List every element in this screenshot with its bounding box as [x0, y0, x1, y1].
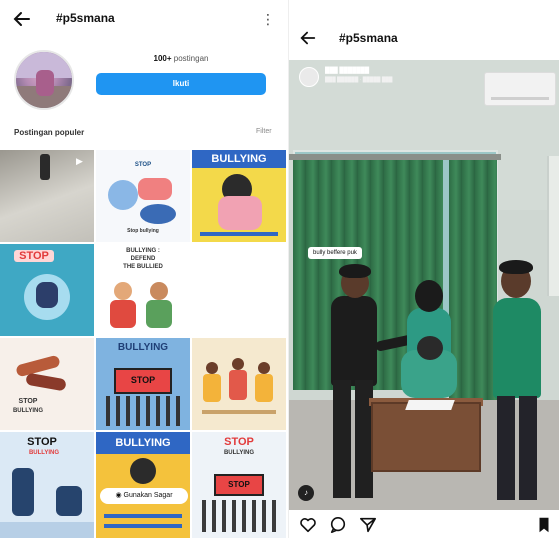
- hashtag-title: #p5smana: [56, 11, 115, 25]
- account-subtitle: ███ ██████ · █████ ███: [325, 77, 393, 83]
- grid-post[interactable]: STOP BULLYING: [0, 432, 94, 538]
- post-text: THE BULLIED: [123, 264, 163, 270]
- heart-icon[interactable]: [299, 516, 317, 534]
- speaker-icon[interactable]: ♪: [298, 485, 314, 501]
- left-panel: #p5smana ⋮ 100+ postingan Ikuti Postinga…: [0, 0, 286, 538]
- bookmark-icon[interactable]: [535, 516, 553, 534]
- post-title: STOP: [14, 250, 54, 262]
- post-title: STOP: [18, 398, 38, 405]
- video-caption: bully beffere puk: [308, 247, 362, 259]
- hashtag-title: #p5smana: [339, 31, 398, 45]
- audio-icon: ◉: [115, 492, 124, 499]
- post-text: STOP: [134, 162, 152, 168]
- grid-post[interactable]: BULLYING ◉ Gunakan Sagar: [96, 432, 190, 538]
- post-text: STOP: [130, 375, 156, 385]
- grid-post[interactable]: BULLYING STOP: [96, 338, 190, 430]
- posts-count-label: postingan: [173, 54, 209, 63]
- back-arrow-icon[interactable]: [12, 9, 32, 29]
- grid-post[interactable]: BULLYING : DEFEND THE BULLIED: [96, 244, 190, 336]
- air-conditioner: [484, 72, 556, 106]
- comment-icon[interactable]: [329, 516, 347, 534]
- post-title: STOP: [224, 436, 254, 448]
- grid-post-empty: [192, 244, 286, 336]
- grid-post[interactable]: STOP: [0, 244, 94, 336]
- post-title: BULLYING: [115, 437, 171, 449]
- post-text: DEFEND: [130, 256, 156, 262]
- grid-post[interactable]: STOP Stop bullying: [96, 150, 190, 242]
- share-icon[interactable]: [359, 516, 377, 534]
- grid-post[interactable]: STOP BULLYING STOP: [192, 432, 286, 538]
- posts-count-value: 100+: [153, 54, 172, 63]
- desk: [371, 402, 481, 472]
- post-media[interactable]: ███ ███████ ███ ██████ · █████ ███ bully…: [289, 60, 559, 510]
- back-arrow-icon[interactable]: [299, 29, 317, 47]
- post-text: BULLYING: [28, 450, 60, 456]
- posts-count: 100+ postingan: [96, 54, 266, 63]
- grid-post[interactable]: BULLYING: [192, 150, 286, 242]
- post-text: STOP: [228, 480, 250, 489]
- account-name: ███ ███████: [325, 68, 370, 74]
- post-grid: ▶ STOP Stop bullying BULLYING STOP BULLY…: [0, 150, 286, 538]
- post-text: BULLYING :: [126, 248, 160, 254]
- more-options-icon[interactable]: ⋮: [261, 9, 275, 29]
- post-title: STOP: [27, 436, 57, 448]
- grid-post[interactable]: ▶: [0, 150, 94, 242]
- right-panel: #p5smana ███ ███████ ███ ██████ · █████ …: [288, 0, 559, 538]
- hashtag-avatar: [14, 50, 74, 110]
- grid-post[interactable]: STOP BULLYING: [0, 338, 94, 430]
- grid-post[interactable]: [192, 338, 286, 430]
- filter-button[interactable]: Filter: [256, 128, 272, 135]
- follow-button[interactable]: Ikuti: [96, 73, 266, 95]
- post-text: Stop bullying: [127, 228, 159, 234]
- section-title: Postingan populer: [14, 128, 85, 137]
- post-title: BULLYING: [211, 153, 267, 165]
- post-text: BULLYING: [12, 408, 44, 414]
- use-audio-button[interactable]: ◉ Gunakan Sagar: [100, 488, 188, 504]
- use-audio-label: Gunakan Sagar: [123, 492, 173, 499]
- post-text: BULLYING: [223, 450, 255, 456]
- video-icon: ▶: [76, 156, 83, 166]
- post-actions-bar: [289, 512, 559, 538]
- account-avatar[interactable]: [299, 67, 319, 87]
- post-title: BULLYING: [117, 342, 169, 353]
- header-bar: #p5smana ⋮: [0, 0, 286, 38]
